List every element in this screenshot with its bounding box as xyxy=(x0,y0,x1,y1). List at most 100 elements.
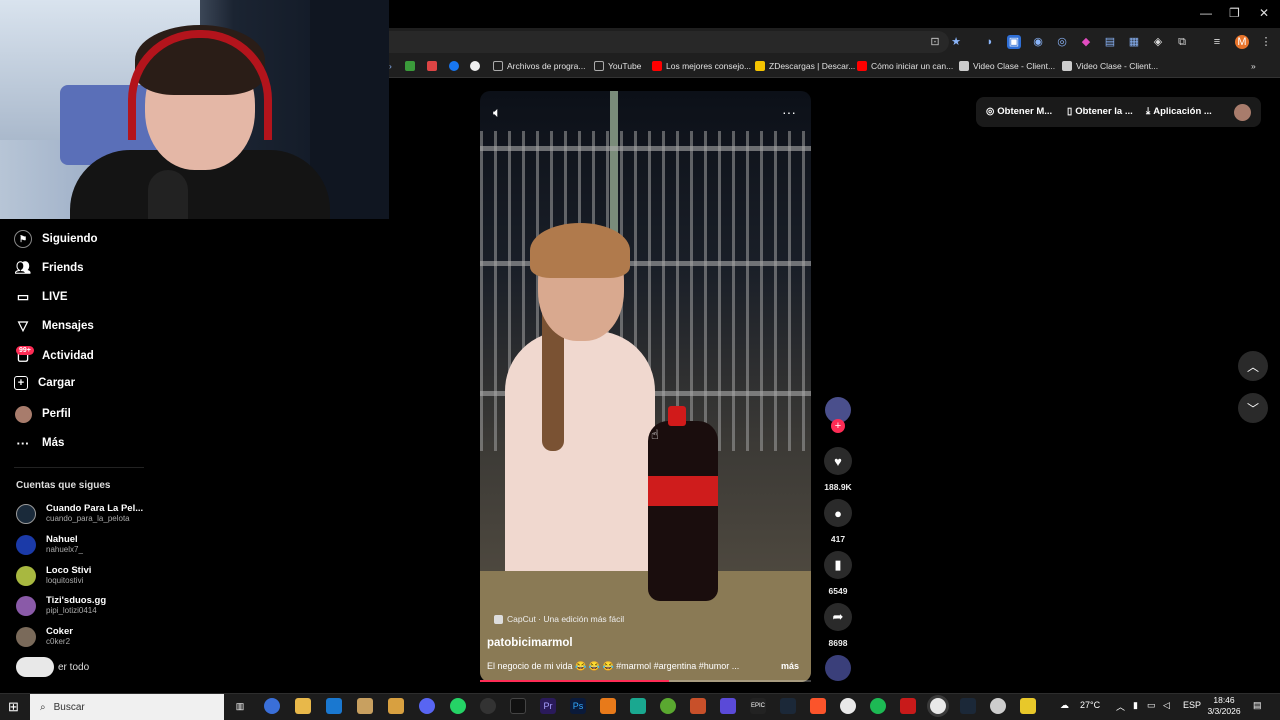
bookmark-icon[interactable] xyxy=(470,61,480,71)
bookmark-youtube[interactable]: YouTube xyxy=(594,61,641,71)
get-app-button[interactable]: ▯ Obtener la ... xyxy=(1067,106,1133,117)
file-explorer-icon[interactable] xyxy=(295,698,311,714)
taskbar-search[interactable]: ⌕ Buscar xyxy=(30,694,224,720)
bookmark-videoclase-2[interactable]: Video Clase - Client... xyxy=(1062,61,1158,71)
steam-icon[interactable] xyxy=(780,698,796,714)
discord-icon[interactable] xyxy=(419,698,435,714)
app-icon[interactable] xyxy=(690,698,706,714)
user-avatar[interactable] xyxy=(1234,104,1251,121)
video-player[interactable] xyxy=(480,91,811,682)
desktop-app-button[interactable]: ⤓ Aplicación ... xyxy=(1146,106,1212,117)
app-icon[interactable] xyxy=(357,698,373,714)
music-disc-avatar[interactable] xyxy=(825,655,851,681)
bookmark-consejos[interactable]: Los mejores consejo... xyxy=(652,61,751,71)
followed-account[interactable]: Coker c0ker2 xyxy=(16,626,73,647)
obs-icon[interactable] xyxy=(480,698,496,714)
extension-icon[interactable]: ◈ xyxy=(1151,35,1165,49)
followed-account[interactable]: Loco Stivi loquitostivi xyxy=(16,565,91,586)
video-author[interactable]: patobicimarmol xyxy=(487,637,573,649)
extension-icon[interactable]: ▦ xyxy=(1127,35,1141,49)
app-icon[interactable] xyxy=(660,698,676,714)
gmail-icon[interactable] xyxy=(427,61,437,71)
save-button[interactable]: ▮ xyxy=(824,551,852,579)
epic-games-icon[interactable]: EPIC xyxy=(750,698,766,714)
task-view-icon[interactable]: ▥ xyxy=(232,698,248,714)
tray-expand-icon[interactable]: ︿ xyxy=(1116,700,1125,713)
app-icon[interactable] xyxy=(630,698,646,714)
photoshop-icon[interactable]: Ps xyxy=(570,698,586,714)
spotify-icon[interactable] xyxy=(870,698,886,714)
capcut-tag[interactable]: CapCut · Una edición más fácil xyxy=(494,614,624,624)
app-icon[interactable] xyxy=(900,698,916,714)
extension-icon[interactable]: ◗ xyxy=(983,35,997,49)
extension-icon[interactable]: ◉ xyxy=(1031,35,1045,49)
followed-account[interactable]: Cuando Para La Pel... cuando_para_la_pelo… xyxy=(16,503,143,524)
caption-more-button[interactable]: más xyxy=(781,661,799,671)
extension-icon[interactable]: ▤ xyxy=(1103,35,1117,49)
previous-video-button[interactable]: ︿ xyxy=(1238,351,1268,381)
close-button[interactable]: ✕ xyxy=(1259,6,1269,20)
nav-profile[interactable]: Perfil xyxy=(14,405,71,423)
network-icon[interactable]: ▭ xyxy=(1147,700,1156,711)
nav-following[interactable]: ⚑ Siguiendo xyxy=(14,230,98,248)
app-icon[interactable] xyxy=(990,698,1006,714)
bookmark-videoclase-1[interactable]: Video Clase - Client... xyxy=(959,61,1055,71)
premiere-icon[interactable]: Pr xyxy=(540,698,556,714)
more-options-icon[interactable]: ··· xyxy=(782,104,796,120)
restore-button[interactable]: ❐ xyxy=(1229,6,1240,20)
tiktok-icon[interactable] xyxy=(510,698,526,714)
vlc-icon[interactable] xyxy=(600,698,616,714)
language-indicator[interactable]: ESP xyxy=(1183,700,1201,710)
facebook-icon[interactable] xyxy=(449,61,459,71)
extension-icon[interactable]: ◆ xyxy=(1079,35,1093,49)
chrome-icon[interactable] xyxy=(840,698,856,714)
taskbar-clock[interactable]: 18:46 3/3/2026 xyxy=(1204,695,1244,717)
app-icon[interactable] xyxy=(264,698,280,714)
nav-upload[interactable]: + Cargar xyxy=(14,376,75,390)
steam-icon[interactable] xyxy=(960,698,976,714)
whatsapp-icon[interactable] xyxy=(450,698,466,714)
nav-messages[interactable]: ▽ Mensajes xyxy=(14,317,94,335)
notification-icon[interactable]: ▤ xyxy=(1253,700,1262,711)
follow-plus-icon[interactable]: + xyxy=(831,419,845,433)
windows-start-icon[interactable]: ⊞ xyxy=(8,699,19,715)
extension-icon[interactable]: ▣ xyxy=(1007,35,1021,49)
media-control-icon[interactable]: ≡ xyxy=(1210,35,1224,49)
store-icon[interactable] xyxy=(326,698,342,714)
bookmark-archivos[interactable]: Archivos de progra... xyxy=(493,61,585,71)
brave-icon[interactable] xyxy=(810,698,826,714)
volume-icon[interactable]: 🔈︎ xyxy=(493,104,501,121)
extensions-puzzle-icon[interactable]: ⧉ xyxy=(1175,35,1189,49)
followed-account[interactable]: Nahuel nahuelx7_ xyxy=(16,534,83,555)
nav-friends[interactable]: 👥︎ Friends xyxy=(14,259,84,277)
share-button[interactable]: ➦ xyxy=(824,603,852,631)
game-controller-icon[interactable] xyxy=(720,698,736,714)
bookmark-canal[interactable]: Cómo iniciar un can... xyxy=(857,61,953,71)
bookmark-icon[interactable]: › xyxy=(389,61,392,71)
url-field[interactable] xyxy=(389,31,949,53)
nav-live[interactable]: ▭ LIVE xyxy=(14,288,68,306)
bookmark-star-icon[interactable]: ★ xyxy=(949,35,963,49)
video-progress[interactable] xyxy=(480,680,811,682)
bookmark-icon[interactable] xyxy=(405,61,415,71)
minimize-button[interactable]: — xyxy=(1200,6,1212,20)
mic-icon[interactable]: ▮ xyxy=(1133,700,1138,711)
profile-avatar-icon[interactable]: M xyxy=(1235,35,1249,49)
get-coins-button[interactable]: ◎ Obtener M... xyxy=(986,106,1052,117)
followed-account[interactable]: Tizi'sduos.gg pipi_lotizi0414 xyxy=(16,595,106,616)
like-button[interactable]: ♥ xyxy=(824,447,852,475)
extension-icon[interactable]: ◎ xyxy=(1055,35,1069,49)
nav-more[interactable]: ··· Más xyxy=(14,434,65,452)
folder-icon[interactable] xyxy=(388,698,404,714)
next-video-button[interactable]: ﹀ xyxy=(1238,393,1268,423)
bookmarks-more-button[interactable]: » xyxy=(1251,61,1256,71)
weather-temp[interactable]: 27°C xyxy=(1080,700,1100,710)
install-icon[interactable]: ⊡ xyxy=(928,35,942,49)
app-icon[interactable] xyxy=(1020,698,1036,714)
volume-tray-icon[interactable]: ◁ xyxy=(1163,700,1170,711)
bookmark-zdescargas[interactable]: ZDescargas | Descar... xyxy=(755,61,855,71)
menu-kebab-icon[interactable]: ⋮ xyxy=(1259,35,1273,49)
weather-icon[interactable]: ☁︎ xyxy=(1060,700,1069,711)
chrome-active-icon[interactable] xyxy=(930,698,946,714)
comment-button[interactable]: ● xyxy=(824,499,852,527)
